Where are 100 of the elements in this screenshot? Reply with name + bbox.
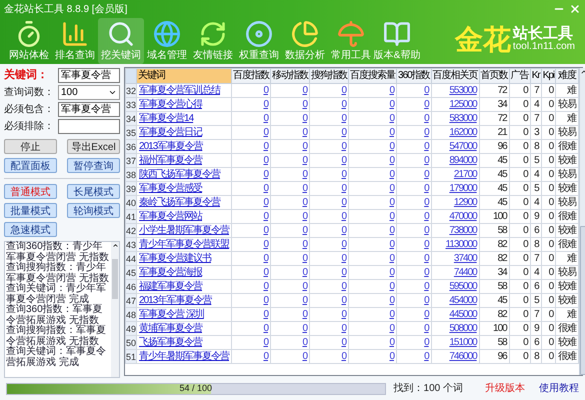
table-cell[interactable]: 595000 (431, 280, 480, 294)
table-cell[interactable]: 军事夏令营 深圳 (136, 308, 232, 322)
table-cell[interactable]: 0 (348, 280, 397, 294)
table-cell[interactable]: 0 (348, 308, 397, 322)
table-cell[interactable]: 秦岭飞扬军事夏令营 (136, 196, 232, 210)
table-cell[interactable]: 0 (396, 224, 432, 238)
table-cell[interactable]: 0 (396, 294, 432, 308)
table-cell[interactable]: 0 (232, 84, 271, 98)
table-cell[interactable]: 0 (270, 112, 310, 126)
table-cell[interactable]: 125000 (431, 98, 480, 112)
column-header[interactable]: Kr (530, 68, 542, 84)
table-cell[interactable]: 0 (396, 280, 432, 294)
table-cell[interactable]: 0 (232, 350, 271, 364)
table-cell[interactable]: 飞扬军事夏令营 (136, 336, 232, 350)
table-cell[interactable]: 37400 (431, 252, 480, 266)
table-cell[interactable]: 0 (396, 182, 432, 196)
table-cell[interactable]: 0 (270, 98, 310, 112)
column-header[interactable]: 广告 (509, 68, 530, 84)
mode-button[interactable]: 长尾模式 (67, 184, 120, 199)
column-header[interactable]: 360指数 (396, 68, 432, 84)
table-cell[interactable]: 0 (270, 238, 310, 252)
table-cell[interactable]: 0 (232, 238, 271, 252)
table-cell[interactable]: 0 (310, 168, 349, 182)
table-cell[interactable]: 0 (232, 154, 271, 168)
table-cell[interactable]: 0 (310, 224, 349, 238)
table-cell[interactable]: 0 (348, 224, 397, 238)
table-cell[interactable]: 508000 (431, 322, 480, 336)
mode-button[interactable]: 轮询模式 (67, 203, 120, 218)
column-header[interactable]: 移动指数 (270, 68, 310, 84)
table-cell[interactable]: 0 (270, 154, 310, 168)
table-cell[interactable]: 0 (396, 336, 432, 350)
count-select[interactable]: 100 (58, 85, 120, 100)
table-cell[interactable]: 738000 (431, 224, 480, 238)
table-cell[interactable]: 746000 (431, 350, 480, 364)
table-cell[interactable]: 0 (348, 322, 397, 336)
table-cell[interactable]: 894000 (431, 154, 480, 168)
table-cell[interactable]: 0 (396, 112, 432, 126)
table-cell[interactable]: 0 (310, 308, 349, 322)
table-cell[interactable]: 0 (396, 252, 432, 266)
table-cell[interactable]: 小学生暑期军事夏令营 (136, 224, 232, 238)
status-link[interactable]: 升级版本 (485, 381, 525, 396)
action-button[interactable]: 导出Excel (67, 139, 120, 154)
table-cell[interactable]: 583000 (431, 112, 480, 126)
table-cell[interactable]: 军事夏令营14 (136, 112, 232, 126)
table-cell[interactable]: 军事夏令营感受 (136, 182, 232, 196)
table-cell[interactable]: 0 (310, 280, 349, 294)
action-button[interactable]: 暂停查询 (67, 158, 120, 173)
table-cell[interactable]: 0 (270, 168, 310, 182)
table-cell[interactable]: 0 (310, 126, 349, 140)
column-header[interactable]: Kpi (541, 68, 556, 84)
table-cell[interactable]: 0 (396, 168, 432, 182)
table-cell[interactable]: 0 (348, 210, 397, 224)
table-cell[interactable]: 0 (270, 322, 310, 336)
table-cell[interactable]: 0 (310, 182, 349, 196)
mode-button[interactable]: 急速模式 (4, 222, 57, 237)
table-cell[interactable]: 0 (348, 154, 397, 168)
column-header[interactable]: 搜狗指数 (310, 68, 349, 84)
action-button[interactable]: 停止 (4, 139, 57, 154)
table-cell[interactable]: 0 (310, 98, 349, 112)
table-cell[interactable]: 0 (396, 140, 432, 154)
table-cell[interactable]: 0 (270, 182, 310, 196)
table-cell[interactable]: 0 (348, 266, 397, 280)
table-cell[interactable]: 162000 (431, 126, 480, 140)
table-cell[interactable]: 2013军事夏令营 (136, 140, 232, 154)
table-cell[interactable]: 0 (232, 294, 271, 308)
table-cell[interactable]: 0 (396, 266, 432, 280)
table-cell[interactable]: 0 (232, 126, 271, 140)
table-cell[interactable]: 0 (310, 336, 349, 350)
table-cell[interactable]: 0 (270, 280, 310, 294)
table-cell[interactable]: 0 (270, 140, 310, 154)
table-cell[interactable]: 151000 (431, 336, 480, 350)
mode-button[interactable]: 普通模式 (4, 184, 57, 199)
table-cell[interactable]: 0 (348, 84, 397, 98)
table-cell[interactable]: 0 (232, 140, 271, 154)
table-cell[interactable]: 445000 (431, 308, 480, 322)
table-cell[interactable]: 陕西飞扬军事夏令营 (136, 168, 232, 182)
table-cell[interactable]: 青少年暑期军事夏令营 (136, 350, 232, 364)
table-cell[interactable]: 0 (232, 182, 271, 196)
column-header[interactable]: 难度 (556, 68, 579, 84)
table-cell[interactable]: 0 (310, 112, 349, 126)
table-cell[interactable]: 21700 (431, 168, 480, 182)
table-cell[interactable]: 0 (396, 210, 432, 224)
table-cell[interactable]: 0 (270, 350, 310, 364)
table-cell[interactable]: 0 (232, 252, 271, 266)
table-cell[interactable]: 0 (232, 224, 271, 238)
column-header[interactable]: 首页数 (479, 68, 510, 84)
table-cell[interactable]: 0 (396, 238, 432, 252)
table-cell[interactable]: 0 (232, 308, 271, 322)
column-header[interactable]: 百度搜索量 (348, 68, 397, 84)
table-cell[interactable]: 0 (270, 266, 310, 280)
table-cell[interactable]: 军事夏令营建议书 (136, 252, 232, 266)
table-cell[interactable]: 黄埔军事夏令营 (136, 322, 232, 336)
table-cell[interactable]: 0 (232, 266, 271, 280)
table-cell[interactable]: 0 (232, 322, 271, 336)
table-cell[interactable]: 0 (270, 224, 310, 238)
table-cell[interactable]: 0 (348, 112, 397, 126)
table-cell[interactable]: 0 (348, 350, 397, 364)
table-cell[interactable]: 军事夏令营海报 (136, 266, 232, 280)
table-cell[interactable]: 0 (396, 154, 432, 168)
table-cell[interactable]: 军事夏令营日记 (136, 126, 232, 140)
